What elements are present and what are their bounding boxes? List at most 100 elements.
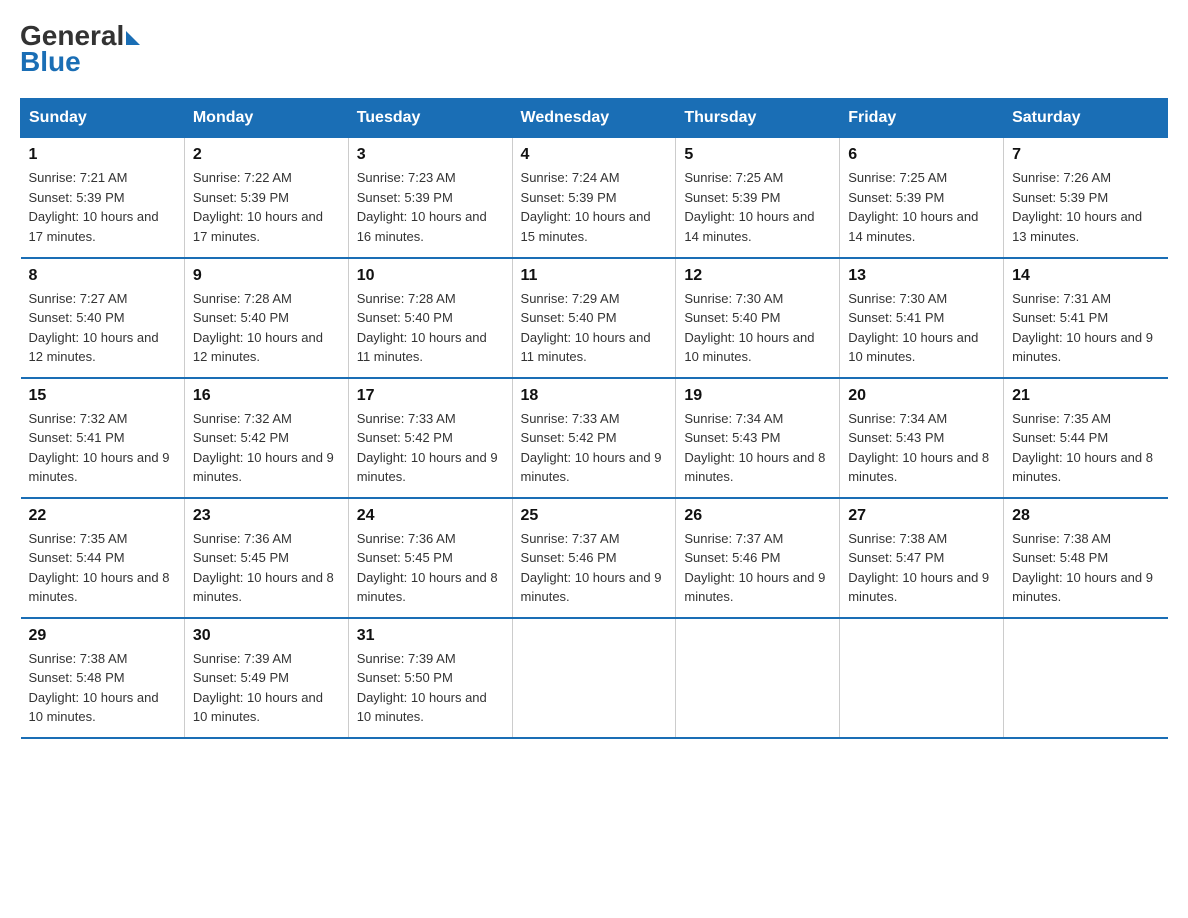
day-number: 30 xyxy=(193,627,340,645)
calendar-cell: 22 Sunrise: 7:35 AMSunset: 5:44 PMDaylig… xyxy=(21,498,185,618)
day-number: 18 xyxy=(521,387,668,405)
week-row: 8 Sunrise: 7:27 AMSunset: 5:40 PMDayligh… xyxy=(21,258,1168,378)
day-number: 3 xyxy=(357,146,504,164)
day-number: 1 xyxy=(29,146,176,164)
day-info: Sunrise: 7:38 AMSunset: 5:48 PMDaylight:… xyxy=(1012,529,1159,607)
day-number: 6 xyxy=(848,146,995,164)
day-number: 4 xyxy=(521,146,668,164)
day-number: 8 xyxy=(29,267,176,285)
day-info: Sunrise: 7:29 AMSunset: 5:40 PMDaylight:… xyxy=(521,289,668,367)
day-number: 20 xyxy=(848,387,995,405)
calendar-cell: 21 Sunrise: 7:35 AMSunset: 5:44 PMDaylig… xyxy=(1004,378,1168,498)
calendar-cell: 1 Sunrise: 7:21 AMSunset: 5:39 PMDayligh… xyxy=(21,138,185,258)
day-number: 24 xyxy=(357,507,504,525)
day-info: Sunrise: 7:33 AMSunset: 5:42 PMDaylight:… xyxy=(357,409,504,487)
calendar-cell: 8 Sunrise: 7:27 AMSunset: 5:40 PMDayligh… xyxy=(21,258,185,378)
calendar-cell: 19 Sunrise: 7:34 AMSunset: 5:43 PMDaylig… xyxy=(676,378,840,498)
day-info: Sunrise: 7:35 AMSunset: 5:44 PMDaylight:… xyxy=(1012,409,1159,487)
weekday-header-monday: Monday xyxy=(184,99,348,138)
day-number: 5 xyxy=(684,146,831,164)
calendar-cell: 31 Sunrise: 7:39 AMSunset: 5:50 PMDaylig… xyxy=(348,618,512,738)
day-info: Sunrise: 7:23 AMSunset: 5:39 PMDaylight:… xyxy=(357,168,504,246)
calendar-cell: 27 Sunrise: 7:38 AMSunset: 5:47 PMDaylig… xyxy=(840,498,1004,618)
day-info: Sunrise: 7:21 AMSunset: 5:39 PMDaylight:… xyxy=(29,168,176,246)
day-number: 17 xyxy=(357,387,504,405)
calendar-cell: 2 Sunrise: 7:22 AMSunset: 5:39 PMDayligh… xyxy=(184,138,348,258)
calendar-header: SundayMondayTuesdayWednesdayThursdayFrid… xyxy=(21,99,1168,138)
week-row: 15 Sunrise: 7:32 AMSunset: 5:41 PMDaylig… xyxy=(21,378,1168,498)
day-number: 15 xyxy=(29,387,176,405)
day-info: Sunrise: 7:24 AMSunset: 5:39 PMDaylight:… xyxy=(521,168,668,246)
day-number: 10 xyxy=(357,267,504,285)
calendar-cell: 5 Sunrise: 7:25 AMSunset: 5:39 PMDayligh… xyxy=(676,138,840,258)
day-info: Sunrise: 7:38 AMSunset: 5:48 PMDaylight:… xyxy=(29,649,176,727)
calendar-cell: 30 Sunrise: 7:39 AMSunset: 5:49 PMDaylig… xyxy=(184,618,348,738)
week-row: 1 Sunrise: 7:21 AMSunset: 5:39 PMDayligh… xyxy=(21,138,1168,258)
weekday-header-tuesday: Tuesday xyxy=(348,99,512,138)
day-info: Sunrise: 7:36 AMSunset: 5:45 PMDaylight:… xyxy=(357,529,504,607)
day-info: Sunrise: 7:31 AMSunset: 5:41 PMDaylight:… xyxy=(1012,289,1159,367)
calendar-cell xyxy=(1004,618,1168,738)
day-info: Sunrise: 7:28 AMSunset: 5:40 PMDaylight:… xyxy=(193,289,340,367)
logo: General Blue xyxy=(20,20,140,78)
calendar-cell: 29 Sunrise: 7:38 AMSunset: 5:48 PMDaylig… xyxy=(21,618,185,738)
calendar-cell: 9 Sunrise: 7:28 AMSunset: 5:40 PMDayligh… xyxy=(184,258,348,378)
day-number: 31 xyxy=(357,627,504,645)
day-info: Sunrise: 7:38 AMSunset: 5:47 PMDaylight:… xyxy=(848,529,995,607)
day-info: Sunrise: 7:36 AMSunset: 5:45 PMDaylight:… xyxy=(193,529,340,607)
day-number: 13 xyxy=(848,267,995,285)
calendar-cell: 13 Sunrise: 7:30 AMSunset: 5:41 PMDaylig… xyxy=(840,258,1004,378)
calendar-cell: 20 Sunrise: 7:34 AMSunset: 5:43 PMDaylig… xyxy=(840,378,1004,498)
day-number: 2 xyxy=(193,146,340,164)
day-number: 19 xyxy=(684,387,831,405)
calendar-cell: 4 Sunrise: 7:24 AMSunset: 5:39 PMDayligh… xyxy=(512,138,676,258)
day-info: Sunrise: 7:25 AMSunset: 5:39 PMDaylight:… xyxy=(684,168,831,246)
day-info: Sunrise: 7:28 AMSunset: 5:40 PMDaylight:… xyxy=(357,289,504,367)
calendar-cell xyxy=(676,618,840,738)
day-number: 21 xyxy=(1012,387,1159,405)
day-number: 9 xyxy=(193,267,340,285)
week-row: 29 Sunrise: 7:38 AMSunset: 5:48 PMDaylig… xyxy=(21,618,1168,738)
day-number: 22 xyxy=(29,507,176,525)
calendar-cell: 26 Sunrise: 7:37 AMSunset: 5:46 PMDaylig… xyxy=(676,498,840,618)
day-number: 23 xyxy=(193,507,340,525)
day-info: Sunrise: 7:32 AMSunset: 5:42 PMDaylight:… xyxy=(193,409,340,487)
calendar-cell: 10 Sunrise: 7:28 AMSunset: 5:40 PMDaylig… xyxy=(348,258,512,378)
weekday-header-sunday: Sunday xyxy=(21,99,185,138)
calendar-cell: 23 Sunrise: 7:36 AMSunset: 5:45 PMDaylig… xyxy=(184,498,348,618)
day-info: Sunrise: 7:26 AMSunset: 5:39 PMDaylight:… xyxy=(1012,168,1159,246)
calendar-cell: 12 Sunrise: 7:30 AMSunset: 5:40 PMDaylig… xyxy=(676,258,840,378)
day-number: 7 xyxy=(1012,146,1159,164)
day-number: 26 xyxy=(684,507,831,525)
calendar-cell: 6 Sunrise: 7:25 AMSunset: 5:39 PMDayligh… xyxy=(840,138,1004,258)
day-info: Sunrise: 7:37 AMSunset: 5:46 PMDaylight:… xyxy=(521,529,668,607)
day-info: Sunrise: 7:37 AMSunset: 5:46 PMDaylight:… xyxy=(684,529,831,607)
day-number: 29 xyxy=(29,627,176,645)
day-info: Sunrise: 7:25 AMSunset: 5:39 PMDaylight:… xyxy=(848,168,995,246)
day-number: 28 xyxy=(1012,507,1159,525)
day-info: Sunrise: 7:34 AMSunset: 5:43 PMDaylight:… xyxy=(684,409,831,487)
calendar-cell: 14 Sunrise: 7:31 AMSunset: 5:41 PMDaylig… xyxy=(1004,258,1168,378)
day-info: Sunrise: 7:34 AMSunset: 5:43 PMDaylight:… xyxy=(848,409,995,487)
day-number: 14 xyxy=(1012,267,1159,285)
day-info: Sunrise: 7:32 AMSunset: 5:41 PMDaylight:… xyxy=(29,409,176,487)
day-info: Sunrise: 7:30 AMSunset: 5:40 PMDaylight:… xyxy=(684,289,831,367)
calendar-cell xyxy=(512,618,676,738)
weekday-header-saturday: Saturday xyxy=(1004,99,1168,138)
day-number: 16 xyxy=(193,387,340,405)
calendar-cell: 11 Sunrise: 7:29 AMSunset: 5:40 PMDaylig… xyxy=(512,258,676,378)
day-number: 27 xyxy=(848,507,995,525)
calendar-cell: 3 Sunrise: 7:23 AMSunset: 5:39 PMDayligh… xyxy=(348,138,512,258)
day-info: Sunrise: 7:27 AMSunset: 5:40 PMDaylight:… xyxy=(29,289,176,367)
day-number: 12 xyxy=(684,267,831,285)
day-info: Sunrise: 7:39 AMSunset: 5:49 PMDaylight:… xyxy=(193,649,340,727)
weekday-row: SundayMondayTuesdayWednesdayThursdayFrid… xyxy=(21,99,1168,138)
calendar-cell: 24 Sunrise: 7:36 AMSunset: 5:45 PMDaylig… xyxy=(348,498,512,618)
calendar-cell: 16 Sunrise: 7:32 AMSunset: 5:42 PMDaylig… xyxy=(184,378,348,498)
day-info: Sunrise: 7:22 AMSunset: 5:39 PMDaylight:… xyxy=(193,168,340,246)
calendar-cell: 7 Sunrise: 7:26 AMSunset: 5:39 PMDayligh… xyxy=(1004,138,1168,258)
day-info: Sunrise: 7:30 AMSunset: 5:41 PMDaylight:… xyxy=(848,289,995,367)
weekday-header-friday: Friday xyxy=(840,99,1004,138)
weekday-header-thursday: Thursday xyxy=(676,99,840,138)
weekday-header-wednesday: Wednesday xyxy=(512,99,676,138)
